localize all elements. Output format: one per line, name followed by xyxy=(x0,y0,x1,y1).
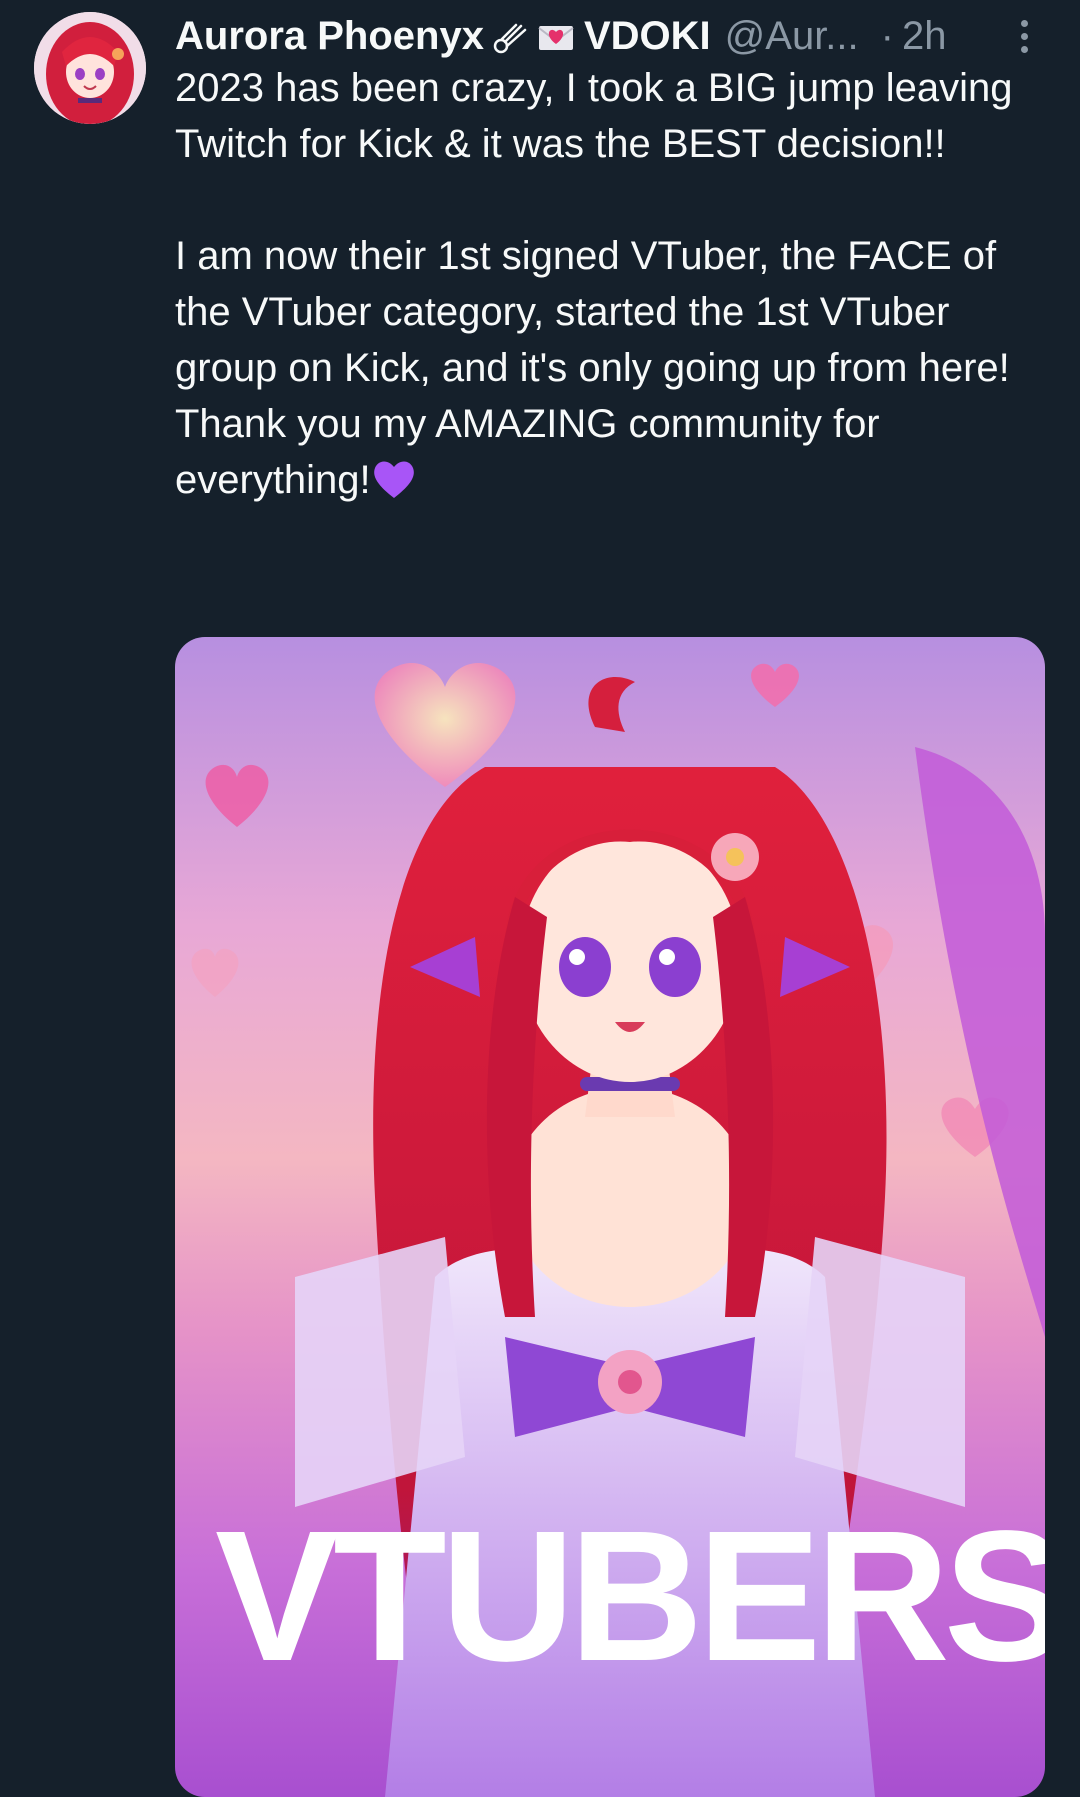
tweet-text: 2023 has been crazy, I took a BIG jump l… xyxy=(175,60,1055,508)
more-vertical-icon[interactable] xyxy=(1010,14,1038,58)
eye-left xyxy=(559,937,611,997)
tweet-header: Aurora Phoenyx VDOKI @Aur... · 2h xyxy=(175,8,1025,64)
purple-wing xyxy=(915,747,1045,1337)
background-heart xyxy=(191,948,239,997)
tweet[interactable]: Aurora Phoenyx VDOKI @Aur... · 2h 2023 h… xyxy=(0,0,1080,1797)
eye-right xyxy=(649,937,701,997)
background-heart xyxy=(751,663,799,707)
tweet-text-paragraph-3: Thank you my AMAZING community for every… xyxy=(175,396,1055,508)
timestamp[interactable]: 2h xyxy=(902,8,947,64)
author-handle[interactable]: @Aur... xyxy=(725,8,859,64)
tweet-text-paragraph-2: I am now their 1st signed VTuber, the FA… xyxy=(175,234,1010,390)
face xyxy=(520,832,740,1082)
separator-dot: · xyxy=(880,14,894,58)
love-letter-icon xyxy=(536,16,576,56)
tweet-text-paragraph-1: 2023 has been crazy, I took a BIG jump l… xyxy=(175,66,1013,166)
media-overlay-text: VTUBERS xyxy=(215,1493,1045,1700)
ahoge xyxy=(588,677,635,732)
author-name-suffix[interactable]: VDOKI xyxy=(584,8,711,64)
comet-icon xyxy=(490,16,530,56)
avatar[interactable] xyxy=(34,12,146,124)
purple-heart-icon xyxy=(371,457,417,501)
tweet-media-image[interactable]: VTUBERS xyxy=(175,637,1045,1797)
chest xyxy=(510,1087,750,1307)
background-heart xyxy=(205,764,269,827)
tweet-text-line-3: Thank you my AMAZING community for every… xyxy=(175,402,880,502)
avatar-anime-girl-image xyxy=(34,12,146,124)
author-display-name[interactable]: Aurora Phoenyx xyxy=(175,8,484,64)
